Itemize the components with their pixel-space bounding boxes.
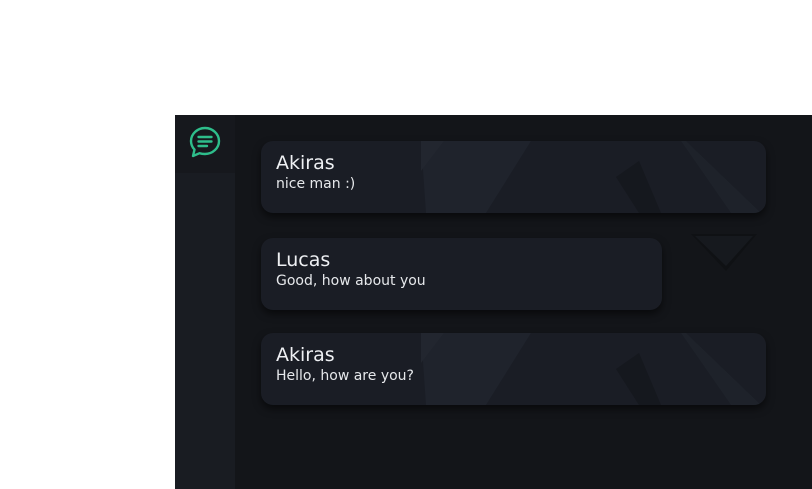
message-author: Akiras (276, 152, 335, 174)
message-author: Lucas (276, 249, 331, 271)
message-card[interactable]: Lucas Good, how about you (261, 238, 662, 310)
message-card[interactable]: Akiras Hello, how are you? (261, 333, 766, 405)
message-card[interactable]: Akiras nice man :) (261, 141, 766, 213)
message-text: Good, how about you (276, 273, 426, 289)
chat-app-window: Akiras nice man :) Lucas Good, how about… (175, 115, 812, 489)
chevron-down-icon[interactable] (689, 234, 759, 276)
chat-bubble-icon (188, 125, 222, 163)
sidebar (175, 115, 235, 489)
message-text: nice man :) (276, 176, 356, 192)
message-text: Hello, how are you? (276, 368, 414, 384)
message-author: Akiras (276, 344, 335, 366)
chat-nav-button[interactable] (175, 115, 235, 173)
